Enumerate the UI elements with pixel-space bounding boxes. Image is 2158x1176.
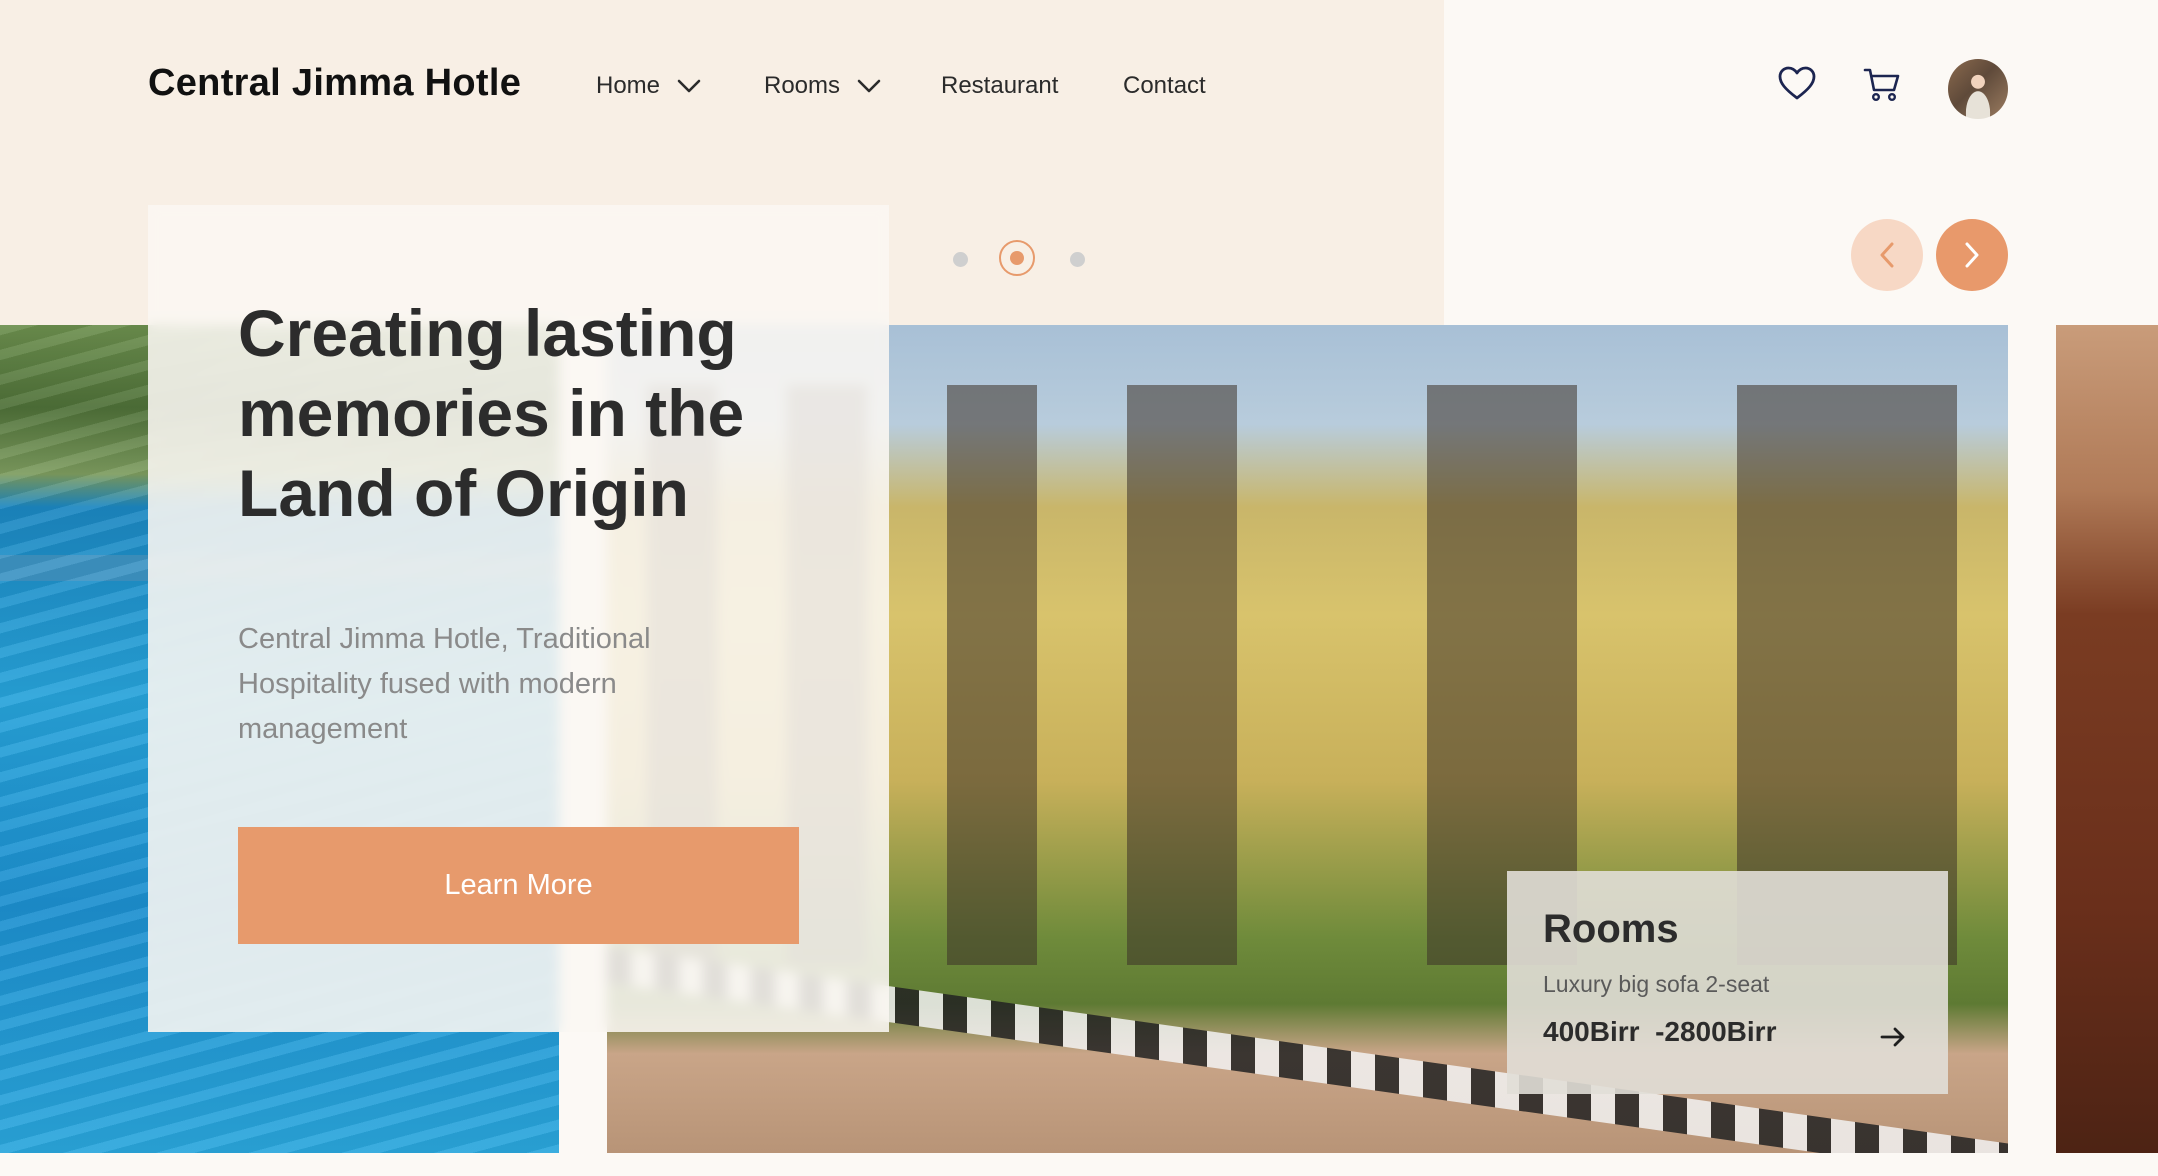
nav-restaurant-label: Restaurant bbox=[941, 72, 1059, 99]
nav-home[interactable]: Home bbox=[596, 72, 702, 100]
hero-subtitle: Central Jimma Hotle, Traditional Hospita… bbox=[238, 623, 651, 745]
rooms-card[interactable]: Rooms Luxury big sofa 2-seat 400Birr -28… bbox=[1507, 871, 1948, 1094]
hero-card: Creating lasting memories in the Land of… bbox=[148, 205, 889, 1032]
next-slide-button[interactable] bbox=[1936, 219, 2008, 291]
rooms-card-description: Luxury big sofa 2-seat bbox=[1543, 971, 1770, 997]
heart-icon[interactable] bbox=[1777, 64, 1817, 104]
nav-contact[interactable]: Contact bbox=[1123, 72, 1206, 100]
avatar[interactable] bbox=[1948, 59, 2008, 119]
brand-logo[interactable]: Central Jimma Hotle bbox=[148, 62, 521, 105]
room-image bbox=[2056, 325, 2158, 1153]
nav-home-label: Home bbox=[596, 72, 661, 99]
prev-slide-button[interactable] bbox=[1851, 219, 1923, 291]
learn-more-button[interactable]: Learn More bbox=[238, 827, 799, 944]
rooms-card-price: 400Birr -2800Birr bbox=[1543, 1016, 1777, 1047]
hero-title: Creating lasting memories in the Land of… bbox=[238, 296, 745, 530]
cart-icon[interactable] bbox=[1862, 64, 1902, 104]
rooms-card-title: Rooms bbox=[1543, 907, 1679, 951]
chevron-left-icon bbox=[1880, 242, 1894, 268]
arrow-right-icon[interactable] bbox=[1877, 1021, 1909, 1053]
carousel-dot-1[interactable] bbox=[953, 252, 968, 267]
nav-rooms-label: Rooms bbox=[764, 72, 841, 99]
chevron-down-icon bbox=[857, 79, 881, 93]
chevron-right-icon bbox=[1965, 242, 1979, 268]
nav-contact-label: Contact bbox=[1123, 72, 1206, 99]
chevron-down-icon bbox=[677, 79, 701, 93]
nav-restaurant[interactable]: Restaurant bbox=[941, 72, 1058, 100]
carousel-dot-3[interactable] bbox=[1070, 252, 1085, 267]
carousel-dot-2-active[interactable] bbox=[999, 240, 1035, 276]
nav-rooms[interactable]: Rooms bbox=[764, 72, 882, 100]
